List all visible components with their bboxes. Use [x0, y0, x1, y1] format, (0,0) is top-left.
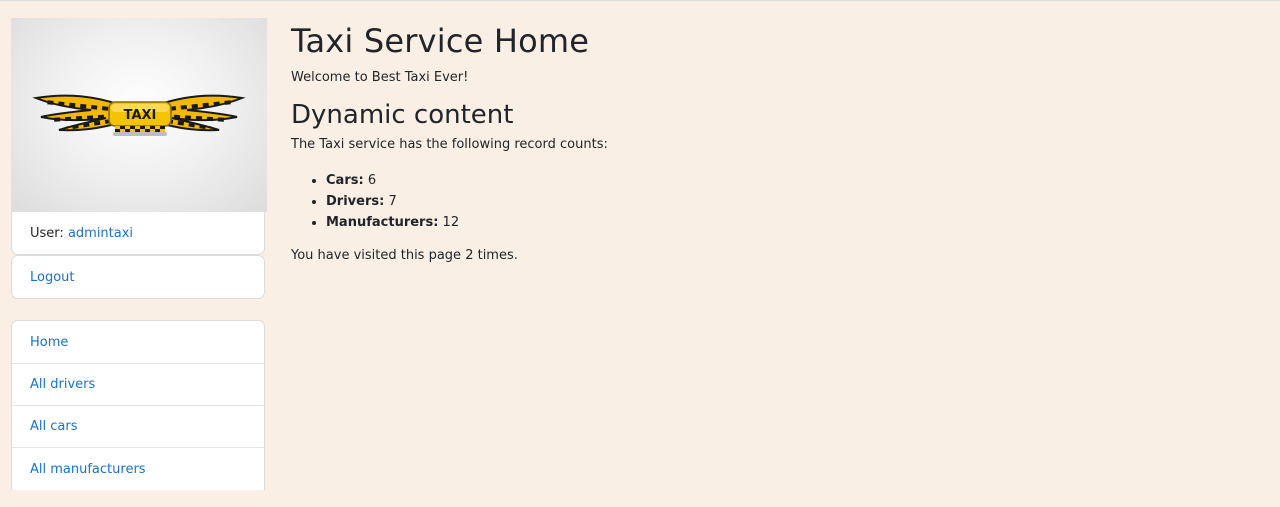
taxi-logo-icon: TAXI [32, 94, 246, 136]
count-value: 7 [388, 194, 397, 209]
count-label: Cars: [326, 173, 364, 188]
nav-item-all-drivers[interactable]: All drivers [12, 363, 264, 405]
taxi-sign-text: TAXI [124, 108, 157, 123]
intro-text: The Taxi service has the following recor… [291, 137, 608, 152]
visit-counter-text: You have visited this page 2 times. [291, 248, 518, 263]
taxi-logo-image: TAXI [11, 18, 267, 212]
nav-link-home[interactable]: Home [30, 335, 68, 350]
user-row: User: admintaxi [12, 212, 264, 254]
count-label: Manufacturers: [326, 215, 439, 230]
user-panel: User: admintaxi [11, 211, 265, 255]
count-item-drivers: Drivers: 7 [326, 191, 1251, 212]
count-value: 12 [442, 215, 460, 230]
nav-item-home[interactable]: Home [12, 321, 264, 363]
sidebar: TAXI User: admintaxi Logout Home All dri… [11, 18, 267, 490]
top-divider [0, 0, 1280, 1]
nav-link-all-manufacturers[interactable]: All manufacturers [30, 462, 146, 477]
main-content: Taxi Service Home Welcome to Best Taxi E… [291, 20, 1251, 265]
user-label: User: [30, 225, 64, 241]
nav-link-all-cars[interactable]: All cars [30, 419, 77, 434]
record-counts-list: Cars: 6 Drivers: 7 Manufacturers: 12 [291, 170, 1251, 233]
count-item-cars: Cars: 6 [326, 170, 1251, 191]
nav-link-all-drivers[interactable]: All drivers [30, 377, 95, 392]
nav-menu: Home All drivers All cars All manufactur… [11, 320, 265, 490]
count-value: 6 [367, 173, 377, 188]
logout-row: Logout [12, 256, 264, 298]
count-label: Drivers: [326, 194, 385, 209]
logout-panel: Logout [11, 255, 265, 299]
logout-link[interactable]: Logout [30, 270, 75, 285]
nav-item-all-cars[interactable]: All cars [12, 405, 264, 447]
nav-item-all-manufacturers[interactable]: All manufacturers [12, 447, 264, 490]
count-item-manufacturers: Manufacturers: 12 [326, 212, 1251, 233]
page-title: Taxi Service Home [291, 22, 590, 60]
username-link[interactable]: admintaxi [68, 226, 133, 241]
welcome-text: Welcome to Best Taxi Ever! [291, 70, 469, 85]
section-heading: Dynamic content [291, 100, 514, 130]
